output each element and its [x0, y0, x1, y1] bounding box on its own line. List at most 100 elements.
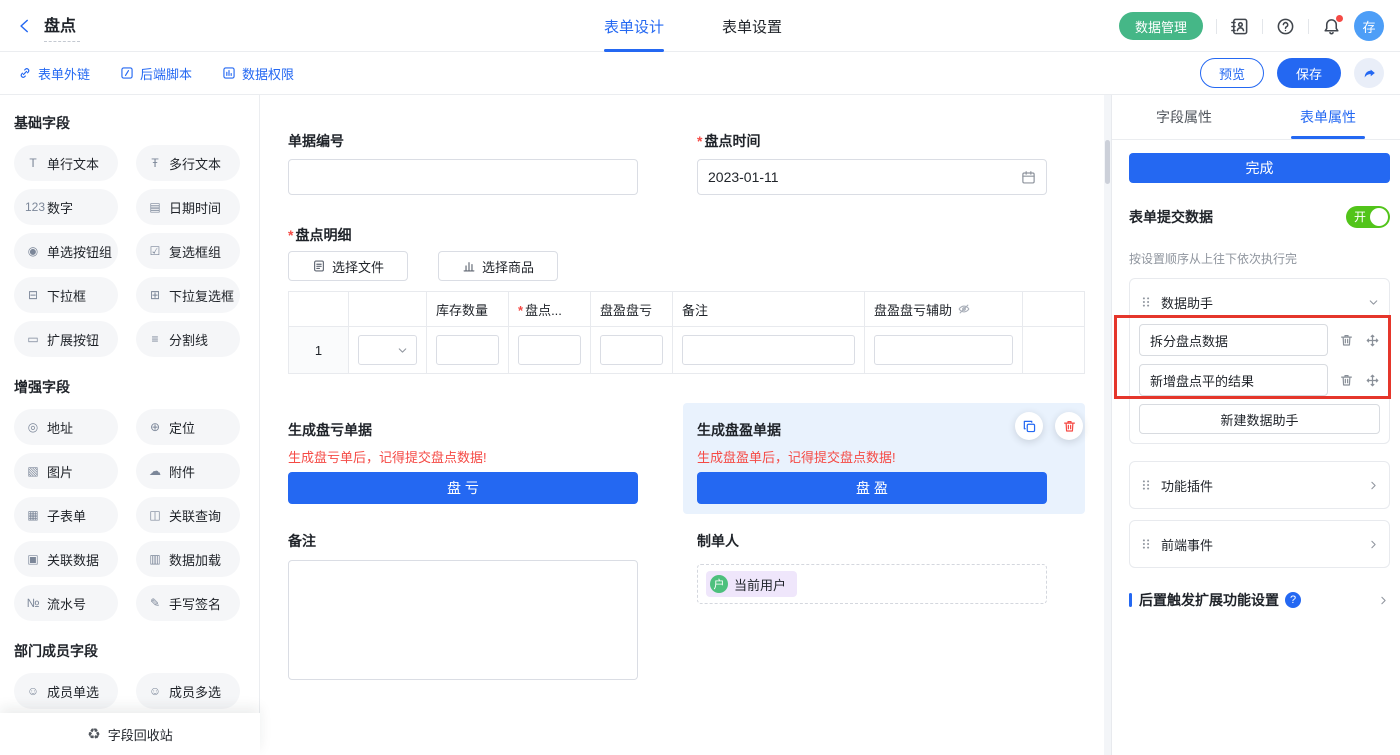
data-permission-link[interactable]: 数据权限	[222, 64, 294, 83]
data-manage-button[interactable]: 数据管理	[1119, 12, 1203, 40]
back-icon[interactable]	[16, 17, 34, 35]
sidebar-field-item[interactable]: ✎手写签名	[136, 585, 240, 621]
drag-handle-icon[interactable]	[1139, 295, 1153, 309]
sidebar-field-item[interactable]: ☑复选框组	[136, 233, 240, 269]
topbar-tab[interactable]: 表单设置	[722, 0, 782, 52]
subform-body-cell	[591, 327, 673, 373]
sidebar-field-item[interactable]: ◉单选按钮组	[14, 233, 118, 269]
sidebar-field-item[interactable]: ▧ 图片	[14, 453, 118, 489]
field-detail-subform[interactable]: 盘点明细 选择文件 选择商品 库存数量盘点...盘盈盘亏备注盘盈盘亏辅助1	[288, 225, 1104, 374]
check-time-input[interactable]: 2023-01-11	[697, 159, 1047, 195]
data-assistant-card: 数据助手 拆分盘点数据新增盘点平的结果 新建数据助手	[1129, 278, 1390, 444]
trash-icon[interactable]	[1339, 333, 1354, 348]
sidebar-field-item[interactable]: ⊞下拉复选框	[136, 277, 240, 313]
trash-icon[interactable]	[1339, 373, 1354, 388]
field-bill-no[interactable]: 单据编号	[288, 131, 638, 195]
move-icon[interactable]	[1365, 333, 1380, 348]
sidebar-field-item[interactable]: ▭扩展按钮	[14, 321, 118, 357]
field-type-icon: 123	[25, 200, 41, 214]
canvas-scrollbar[interactable]	[1105, 140, 1110, 184]
avatar[interactable]: 存	[1354, 11, 1384, 41]
row-cell-input[interactable]	[518, 335, 581, 365]
sidebar-field-item[interactable]: Ŧ多行文本	[136, 145, 240, 181]
field-type-icon: ▧	[25, 464, 41, 478]
field-generate-profit-selected[interactable]: 生成盘盈单据 生成盘盈单后，记得提交盘点数据! 盘 盈	[683, 403, 1085, 514]
sidebar-field-item[interactable]: ☺成员单选	[14, 673, 118, 709]
profit-action-button[interactable]: 盘 盈	[697, 472, 1047, 504]
sidebar-field-item[interactable]: ☺成员多选	[136, 673, 240, 709]
field-check-time[interactable]: 盘点时间 2023-01-11	[697, 131, 1047, 195]
sidebar-field-item[interactable]: №流水号	[14, 585, 118, 621]
field-type-label: 日期时间	[169, 198, 221, 217]
sidebar-field-item[interactable]: ⊕定位	[136, 409, 240, 445]
move-icon[interactable]	[1365, 373, 1380, 388]
assistant-item-name[interactable]: 拆分盘点数据	[1139, 324, 1328, 356]
sidebar-field-item[interactable]: T单行文本	[14, 145, 118, 181]
remark-textarea[interactable]	[288, 560, 638, 680]
contacts-book-icon[interactable]	[1230, 17, 1249, 36]
sidebar-field-item[interactable]: ☁附件	[136, 453, 240, 489]
chevron-right-icon[interactable]	[1377, 594, 1390, 607]
sidebar-field-item[interactable]: ▣关联数据	[14, 541, 118, 577]
sidebar-field-item[interactable]: ◎地址	[14, 409, 118, 445]
field-type-label: 关联查询	[169, 506, 221, 525]
select-file-button[interactable]: 选择文件	[288, 251, 408, 281]
toolbar-right-cluster: 预览 保存	[1200, 58, 1384, 88]
field-creator[interactable]: 制单人 户 当前用户	[697, 531, 1047, 680]
field-generate-loss[interactable]: 生成盘亏单据 生成盘亏单后，记得提交盘点数据! 盘 亏	[274, 403, 652, 514]
sidebar-field-item[interactable]: ⊟下拉框	[14, 277, 118, 313]
field-type-label: 复选框组	[169, 242, 221, 261]
chevron-down-icon[interactable]	[1367, 296, 1380, 309]
save-button[interactable]: 保存	[1277, 58, 1341, 88]
row-type-select[interactable]	[358, 335, 417, 365]
drag-handle-icon[interactable]	[1139, 537, 1153, 551]
field-type-icon: ☺	[25, 684, 41, 698]
help-icon[interactable]	[1276, 17, 1295, 36]
loss-action-button[interactable]: 盘 亏	[288, 472, 638, 504]
assistant-item-name[interactable]: 新增盘点平的结果	[1139, 364, 1328, 396]
subform-header-cell	[289, 292, 349, 326]
notification-bell-icon[interactable]	[1322, 17, 1341, 36]
topbar-tab[interactable]: 表单设计	[604, 0, 664, 52]
canvas-scroll-gutter	[1104, 95, 1111, 755]
select-product-button[interactable]: 选择商品	[438, 251, 558, 281]
chevron-right-icon[interactable]	[1367, 479, 1380, 492]
current-user-tag[interactable]: 户 当前用户	[706, 571, 797, 597]
subform-header-cell: 盘盈盘亏辅助	[865, 292, 1023, 326]
done-button[interactable]: 完成	[1129, 153, 1390, 183]
form-external-link[interactable]: 表单外链	[18, 64, 90, 83]
submit-data-toggle[interactable]: 开	[1346, 206, 1390, 228]
drag-handle-icon[interactable]	[1139, 478, 1153, 492]
row-cell-input[interactable]	[874, 335, 1013, 365]
sidebar-field-item[interactable]: ◫关联查询	[136, 497, 240, 533]
sidebar-field-item[interactable]: 123数字	[14, 189, 118, 225]
field-type-label: 图片	[47, 462, 73, 481]
bill-no-input[interactable]	[288, 159, 638, 195]
chevron-right-icon[interactable]	[1367, 538, 1380, 551]
new-data-assistant-button[interactable]: 新建数据助手	[1139, 404, 1380, 434]
field-recycle-bin-button[interactable]: ♻ 字段回收站	[0, 713, 260, 755]
backend-script-link[interactable]: 后端脚本	[120, 64, 192, 83]
field-type-label: 单行文本	[47, 154, 99, 173]
form-title[interactable]: 盘点	[44, 10, 80, 42]
sidebar-field-item[interactable]: ≡分割线	[136, 321, 240, 357]
copy-field-button[interactable]	[1015, 412, 1043, 440]
post-trigger-section[interactable]: 后置触发扩展功能设置 ?	[1129, 590, 1390, 610]
field-remark[interactable]: 备注	[288, 531, 638, 680]
properties-tab[interactable]: 表单属性	[1256, 95, 1400, 139]
sidebar-field-item[interactable]: ▥数据加载	[136, 541, 240, 577]
field-label: 生成盘亏单据	[288, 420, 638, 440]
loss-hint: 生成盘亏单后，记得提交盘点数据!	[288, 447, 638, 466]
share-button[interactable]	[1354, 58, 1384, 88]
row-cell-input[interactable]	[600, 335, 663, 365]
preview-button[interactable]: 预览	[1200, 58, 1264, 88]
delete-field-button[interactable]	[1055, 412, 1083, 440]
creator-value-box[interactable]: 户 当前用户	[697, 564, 1047, 604]
sidebar-field-item[interactable]: ▤日期时间	[136, 189, 240, 225]
data-assistant-item: 新增盘点平的结果	[1139, 364, 1380, 396]
row-cell-input[interactable]	[682, 335, 855, 365]
properties-tab[interactable]: 字段属性	[1112, 95, 1256, 139]
row-cell-input[interactable]	[436, 335, 499, 365]
help-badge-icon[interactable]: ?	[1285, 592, 1301, 608]
sidebar-field-item[interactable]: ▦子表单	[14, 497, 118, 533]
